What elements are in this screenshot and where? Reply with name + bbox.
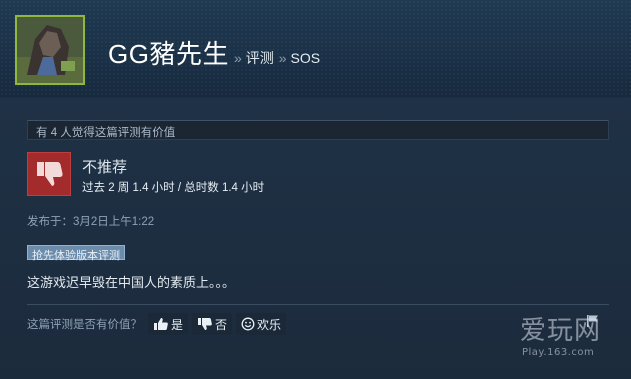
helpful-count-bar: 有 4 人觉得这篇评测有价值 xyxy=(27,120,609,140)
smiley-icon xyxy=(241,317,255,331)
watermark-url: Play.163.com xyxy=(522,347,595,358)
review-body: 这游戏迟早毁在中国人的素质上。。。 xyxy=(27,275,236,290)
breadcrumb-game-link[interactable]: SOS xyxy=(291,50,321,66)
breadcrumb-separator: » xyxy=(233,50,242,66)
posted-date: 发布于：3月2日上午1:22 xyxy=(27,216,155,228)
vote-no-button[interactable]: 否 xyxy=(192,313,233,335)
vote-question: 这篇评测是否有价值？ xyxy=(27,319,142,331)
playtime-hours: 过去 2 周 1.4 小时 / 总时数 1.4 小时 xyxy=(82,182,265,194)
profile-header: GG豬先生 » 评测 » SOS xyxy=(0,0,631,98)
early-access-badge: 抢先体验版本评测 xyxy=(27,245,125,262)
vote-no-label: 否 xyxy=(215,317,228,332)
avatar[interactable] xyxy=(15,15,85,85)
thumbs-down-icon xyxy=(198,318,212,330)
vote-yes-label: 是 xyxy=(171,317,184,332)
persona-name[interactable]: GG豬先生 xyxy=(108,34,229,71)
thumbs-up-icon xyxy=(154,318,168,330)
site-watermark: 爱玩网 Play.163.com xyxy=(520,310,626,372)
breadcrumb-reviews-link[interactable]: 评测 xyxy=(246,48,274,68)
divider xyxy=(27,304,609,305)
vote-funny-label: 欢乐 xyxy=(257,317,282,332)
vote-funny-button[interactable]: 欢乐 xyxy=(236,313,287,335)
review-verdict: 不推荐 xyxy=(82,159,128,176)
vote-yes-button[interactable]: 是 xyxy=(148,313,189,335)
title-breadcrumb: GG豬先生 » 评测 » SOS xyxy=(108,34,320,71)
vote-controls: 这篇评测是否有价值？ 是 否 欢乐 xyxy=(27,313,290,335)
breadcrumb-separator: » xyxy=(278,50,287,66)
watermark-logo: 爱玩网 xyxy=(520,316,602,346)
thumbs-down-icon xyxy=(27,152,71,196)
